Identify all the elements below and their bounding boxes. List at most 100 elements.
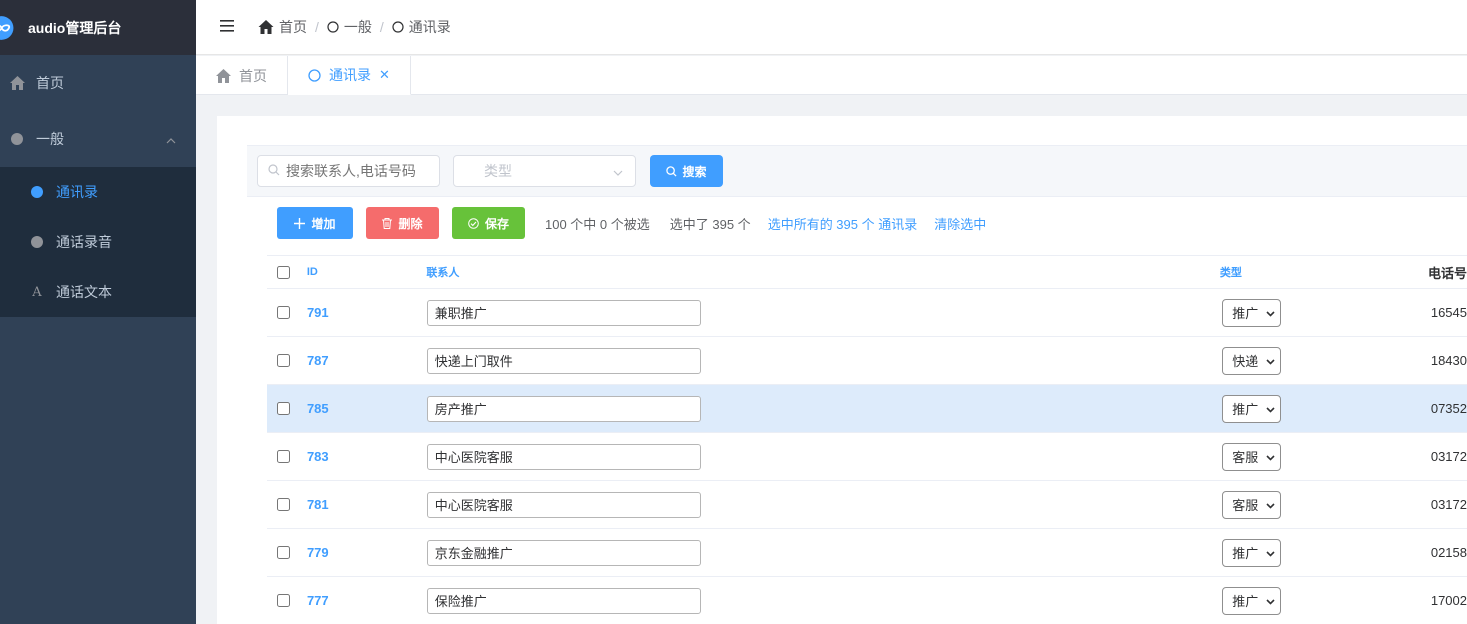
row-checkbox[interactable] (277, 306, 290, 319)
contact-name-input[interactable] (426, 587, 701, 614)
row-checkbox-cell (267, 498, 307, 511)
type-select[interactable]: 推广 (1222, 538, 1282, 567)
tab-home[interactable]: 首页 (196, 56, 288, 95)
select-all-cell (267, 265, 307, 279)
clear-selection-link[interactable]: 清除选中 (934, 214, 986, 233)
select-all-link[interactable]: 选中所有的 395 个 通讯录 (768, 214, 918, 233)
selection-info: 100 个中 0 个被选 (545, 216, 650, 232)
type-select-value: 客服 (1232, 450, 1259, 465)
home-icon (9, 75, 25, 91)
sidebar-item-call-recordings[interactable]: 通话录音 (0, 217, 196, 267)
breadcrumb-contacts: 通讯录 (408, 19, 451, 35)
sidebar-item-contacts[interactable]: 通讯录 (0, 167, 196, 217)
trash-icon (382, 217, 393, 229)
filter-bar: 类型 搜索 (247, 145, 1467, 197)
type-select[interactable]: 客服 (1222, 442, 1282, 471)
row-type-cell: 推广 (1222, 394, 1431, 423)
header-name[interactable]: 联系人 (426, 264, 1220, 280)
search-input[interactable] (286, 163, 436, 179)
table-row[interactable]: 777 推广 17002 (267, 577, 1467, 624)
contact-name-input[interactable] (426, 539, 701, 566)
row-checkbox[interactable] (277, 402, 290, 415)
save-button[interactable]: 保存 (452, 207, 525, 239)
save-button-label: 保存 (484, 216, 509, 231)
table-body: 791 推广 16545 787 快递 18430 785 推广 07352 783 客服 03172… (267, 289, 1467, 624)
close-icon[interactable]: ✕ (379, 67, 390, 83)
table-row[interactable]: 791 推广 16545 (267, 289, 1467, 337)
row-phone: 07352 (1430, 401, 1467, 416)
table-row[interactable]: 779 推广 02158 (267, 529, 1467, 577)
search-button-label: 搜索 (682, 164, 707, 179)
circle-icon (30, 235, 44, 249)
header-phone[interactable]: 电话号 (1428, 263, 1467, 282)
row-phone: 02158 (1430, 545, 1467, 560)
type-select[interactable]: 客服 (1222, 490, 1282, 519)
contact-name-input[interactable] (426, 395, 701, 422)
row-id[interactable]: 783 (307, 449, 427, 464)
tab-label: 通讯录 (329, 67, 371, 83)
type-select[interactable]: 推广 (1222, 298, 1282, 327)
sidebar-item-label: 通话文本 (56, 284, 112, 300)
row-id[interactable]: 791 (307, 305, 427, 320)
breadcrumb-separator: / (315, 19, 319, 35)
contact-name-input[interactable] (426, 491, 701, 518)
row-checkbox[interactable] (277, 354, 290, 367)
action-toolbar: 增加 删除 保存 100 个中 0 个被选 选中了 395 个 选中所有的 39… (277, 207, 986, 239)
contact-name-input[interactable] (426, 299, 701, 326)
add-button-label: 增加 (311, 216, 336, 231)
type-select-value: 推广 (1232, 306, 1259, 321)
sidebar-item-general[interactable]: 一般 (0, 111, 196, 167)
row-id[interactable]: 779 (307, 545, 427, 560)
row-id[interactable]: 781 (307, 497, 427, 512)
header-type[interactable]: 类型 (1220, 264, 1428, 280)
chevron-down-icon (1266, 593, 1275, 608)
delete-button-label: 删除 (398, 216, 423, 231)
select-all-checkbox[interactable] (277, 265, 290, 279)
type-select[interactable]: 推广 (1222, 394, 1282, 423)
row-phone: 16545 (1430, 305, 1467, 320)
contact-name-input[interactable] (426, 347, 701, 374)
font-icon: A (32, 284, 42, 300)
tab-contacts[interactable]: 通讯录 ✕ (288, 56, 411, 95)
circle-icon (30, 185, 44, 199)
header-id[interactable]: ID (307, 266, 426, 278)
search-input-wrapper[interactable] (257, 155, 440, 187)
row-checkbox[interactable] (277, 450, 290, 463)
type-select-value: 快递 (1232, 354, 1259, 369)
row-name-cell (426, 347, 1223, 374)
sidebar-item-call-text[interactable]: A 通话文本 (0, 267, 196, 317)
sidebar: audio管理后台 首页 一般 通讯录 通话录音 A 通话文本 (0, 0, 196, 624)
table-row[interactable]: 781 客服 03172 (267, 481, 1467, 529)
row-checkbox-cell (267, 546, 307, 559)
sidebar-item-label: 通讯录 (56, 184, 98, 200)
table-row[interactable]: 785 推广 07352 (267, 385, 1467, 433)
breadcrumb-home[interactable]: 首页 (279, 17, 307, 37)
row-name-cell (426, 395, 1223, 422)
row-id[interactable]: 787 (307, 353, 427, 368)
row-checkbox[interactable] (277, 498, 290, 511)
row-checkbox[interactable] (277, 594, 290, 607)
row-name-cell (426, 299, 1223, 326)
circle-outline-icon (327, 21, 339, 33)
row-id[interactable]: 785 (307, 401, 427, 416)
search-button[interactable]: 搜索 (650, 155, 723, 187)
row-phone: 03172 (1430, 497, 1467, 512)
sidebar-item-label: 首页 (36, 75, 64, 91)
table-row[interactable]: 787 快递 18430 (267, 337, 1467, 385)
logo[interactable]: audio管理后台 (0, 0, 196, 55)
row-id[interactable]: 777 (307, 593, 427, 608)
circle-outline-icon (392, 21, 404, 33)
hamburger-icon[interactable] (220, 19, 236, 35)
type-select[interactable]: 快递 (1222, 346, 1282, 375)
row-checkbox[interactable] (277, 546, 290, 559)
add-button[interactable]: 增加 (277, 207, 353, 239)
type-select[interactable]: 类型 (453, 155, 636, 187)
selected-count: 选中了 395 个 (669, 216, 751, 232)
contact-name-input[interactable] (426, 443, 701, 470)
delete-button[interactable]: 删除 (366, 207, 439, 239)
type-select[interactable]: 推广 (1222, 586, 1282, 615)
sidebar-item-home[interactable]: 首页 (0, 55, 196, 111)
table-row[interactable]: 783 客服 03172 (267, 433, 1467, 481)
chevron-down-icon (1266, 545, 1275, 560)
row-type-cell: 客服 (1222, 442, 1431, 471)
